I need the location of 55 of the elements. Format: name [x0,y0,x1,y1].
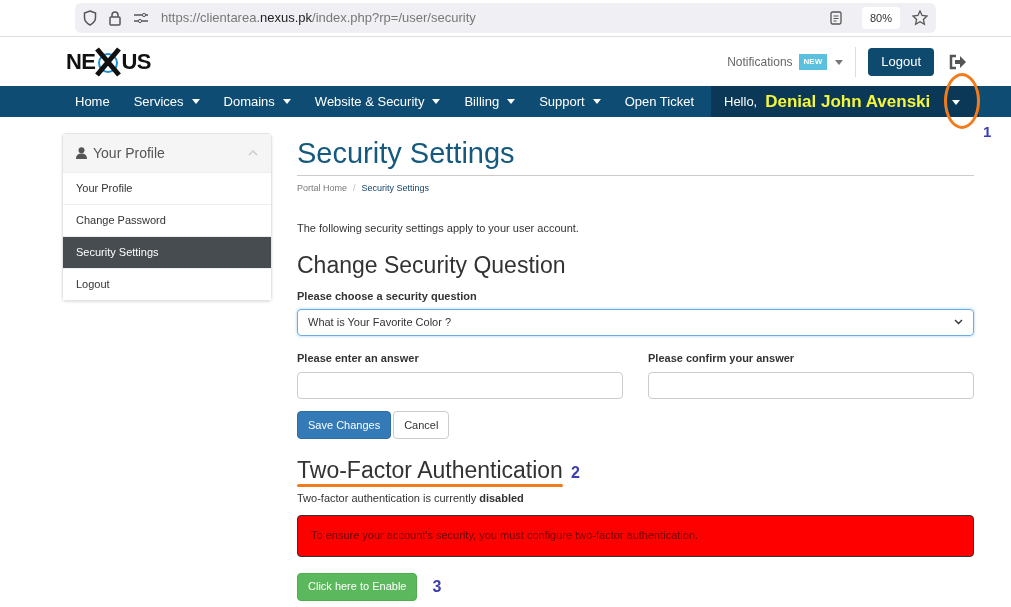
caret-icon [835,59,844,65]
alert-text: To ensure your account's security, you must configure two-factor authentication. [311,528,699,544]
shield-icon [83,10,97,26]
field-label: Please enter an answer [297,350,420,366]
nav-item[interactable]: Home [63,86,122,117]
sign-out-icon[interactable] [949,53,967,70]
nav-item[interactable]: Billing [452,86,528,117]
user-menu[interactable]: Hello, Denial John Avenski [711,86,979,117]
sidebar-item[interactable]: Change Password [63,204,271,236]
caret-icon [952,99,961,105]
nav-item[interactable]: Domains [211,86,303,117]
user-icon [76,147,87,159]
cancel-button[interactable]: Cancel [393,411,450,439]
zoom-level[interactable]: 80% [861,6,900,30]
page-title: Security Settings [297,133,974,176]
annotation-number: 2 [570,463,580,483]
sidebar-item[interactable]: Your Profile [63,172,271,204]
lock-icon [109,10,121,26]
answer-field[interactable] [648,372,974,399]
permissions-icon [133,12,149,24]
chevron-down-icon [954,319,963,325]
sidebar-item[interactable]: Logout [63,268,271,300]
section-heading: Change Security Question [297,251,567,280]
x-logo-icon [95,46,122,77]
annotation-ellipse [944,73,980,129]
breadcrumb-link[interactable]: Portal Home [297,182,348,196]
save-changes-button[interactable]: Save Changes [297,411,392,439]
nav-item[interactable]: Services [121,86,212,117]
logout-button[interactable]: Logout [868,47,934,76]
new-badge: NEW [798,53,828,70]
reader-view-icon[interactable] [829,11,842,25]
star-icon[interactable] [912,10,928,26]
breadcrumb-separator: / [353,182,356,195]
sidebar-item[interactable]: Security Settings [63,236,271,268]
field-label: Please confirm your answer [648,350,796,366]
status-text: Two-factor authentication is currently disabled [297,491,525,506]
answer-field[interactable] [297,372,623,399]
url-text: https://clientarea.nexus.pk/index.php?rp=/user/security [161,9,476,28]
notifications-link[interactable]: Notifications [727,52,793,71]
security-question-select[interactable]: What is Your Favorite Color ? [297,308,974,336]
greeting-text: Hello, [724,92,758,111]
nav-item[interactable]: Support [527,86,613,117]
nav-item[interactable]: Open Ticket [612,86,707,117]
section-heading: Two-Factor Authentication [297,456,563,485]
logo[interactable]: NE US [66,45,151,78]
breadcrumb-link[interactable]: Security Settings [361,182,430,196]
sidebar-title: Your Profile [93,143,165,163]
annotation-number: 1 [983,122,992,142]
user-name: Denial John Avenski [765,90,931,113]
address-bar[interactable]: https://clientarea.nexus.pk/index.php?rp=/user/security 80% [75,3,936,33]
sidebar-header[interactable]: Your Profile [63,134,271,172]
nav-item[interactable]: Website & Security [302,86,453,117]
annotation-number: 3 [432,576,442,597]
intro-text: The following security settings apply to your user account. [297,220,580,236]
field-label: Please choose a security question [297,289,478,304]
